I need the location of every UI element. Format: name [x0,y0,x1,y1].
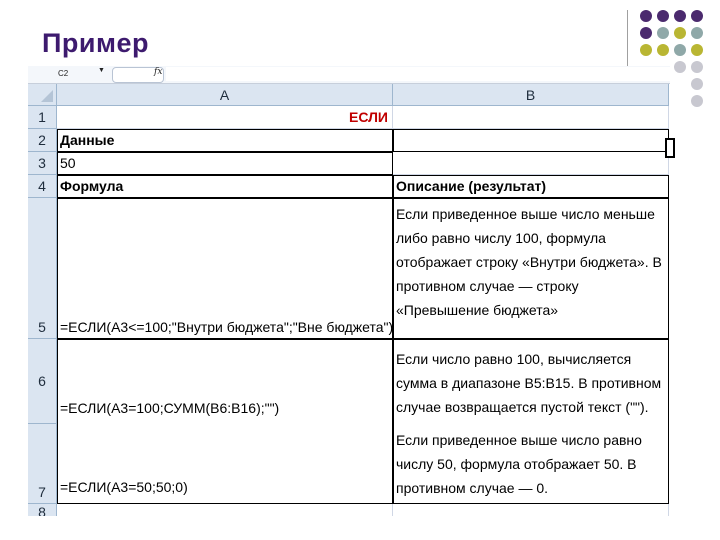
row-header-7[interactable]: 7 [28,424,57,504]
row-header-1[interactable]: 1 [28,106,57,129]
dot [674,27,686,39]
slide-title: Пример [42,28,149,58]
corner-triangle-icon [41,90,53,102]
name-box[interactable]: C2 [28,67,108,81]
dot [674,61,686,73]
spreadsheet: C2 ▼ fx A B 1 2 3 4 5 6 7 8 ЕСЛИ Данные … [28,66,670,516]
row-header-8[interactable]: 8 [28,504,57,516]
selected-cell-marker[interactable] [665,138,675,158]
cell-b1[interactable] [393,106,669,129]
fx-icon[interactable]: fx [154,67,162,77]
dot [640,27,652,39]
cell-a3[interactable]: 50 [57,152,393,175]
cell-b2[interactable] [393,129,669,152]
cell-a5[interactable]: =ЕСЛИ(A3<=100;"Внутри бюджета";"Вне бюдж… [57,198,393,339]
dot [691,27,703,39]
row-header-5[interactable]: 5 [28,198,57,339]
decorative-divider [627,10,628,66]
dot [640,10,652,22]
name-box-value: C2 [58,69,69,78]
cell-a2[interactable]: Данные [57,129,393,152]
dot [691,78,703,90]
cell-a1[interactable]: ЕСЛИ [57,106,393,129]
cell-a7[interactable]: =ЕСЛИ(A3=50;50;0) [57,476,393,500]
dot [640,44,652,56]
dot [691,95,703,107]
dot [691,10,703,22]
cell-b6[interactable]: Если число равно 100, вычисляется сумма … [393,347,669,424]
formula-input[interactable] [166,67,670,81]
cell-b8[interactable] [393,504,669,516]
formula-bar: C2 ▼ fx [28,66,670,84]
cell-b5[interactable]: Если приведенное выше число меньше либо … [393,198,669,339]
dot [657,27,669,39]
column-header-b[interactable]: B [393,84,669,106]
row-header-6[interactable]: 6 [28,339,57,424]
cell-a8[interactable] [57,504,393,516]
cell-b3[interactable] [393,152,669,175]
cell-b4[interactable]: Описание (результат) [393,175,669,198]
name-box-dropdown-icon[interactable]: ▼ [98,67,105,74]
dot [691,61,703,73]
row-header-3[interactable]: 3 [28,152,57,175]
row-header-4[interactable]: 4 [28,175,57,198]
dot [674,44,686,56]
dot [674,10,686,22]
dot [691,44,703,56]
cell-a4[interactable]: Формула [57,175,393,198]
column-header-a[interactable]: A [57,84,393,106]
dot [657,44,669,56]
cell-b7[interactable]: Если приведенное выше число равно числу … [393,428,669,504]
select-all-corner[interactable] [28,84,57,106]
dot [657,10,669,22]
row-header-2[interactable]: 2 [28,129,57,152]
